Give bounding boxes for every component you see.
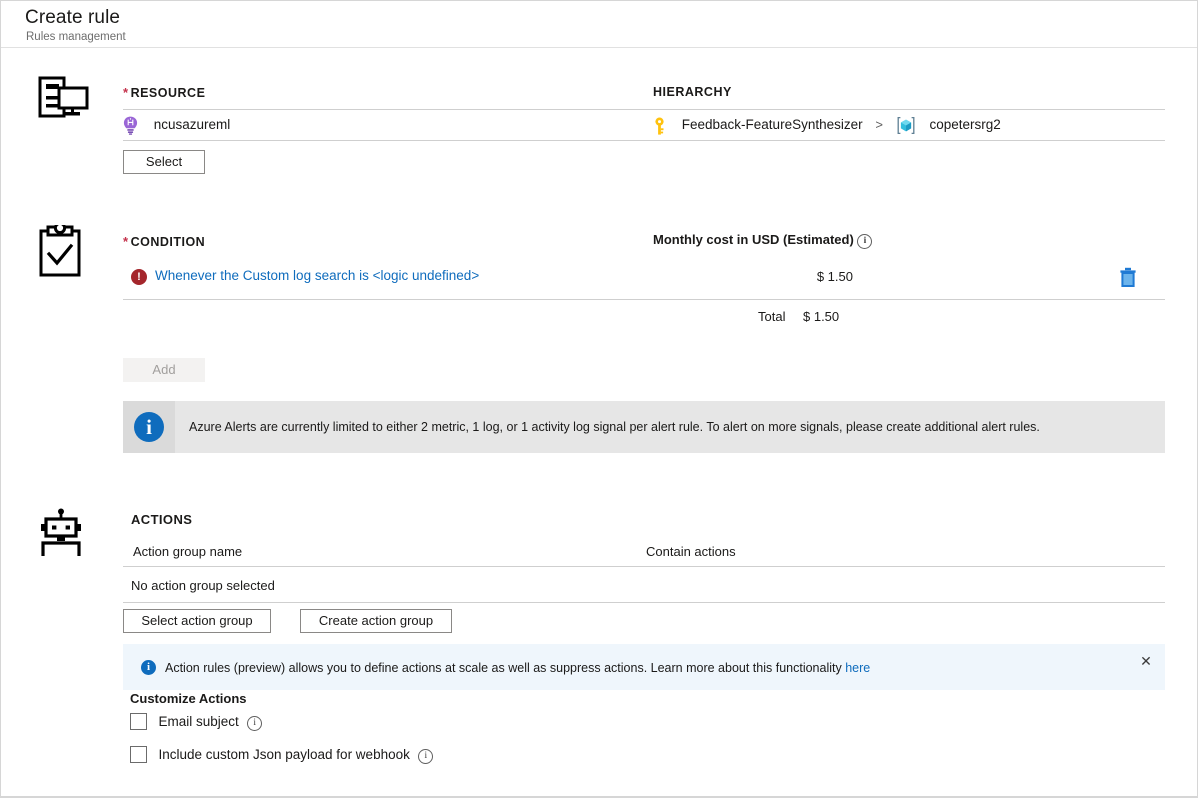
create-action-group-button[interactable]: Create action group — [300, 609, 452, 633]
cost-header: Monthly cost in USD (Estimated) i — [653, 232, 872, 249]
error-exclamation-icon: ! — [131, 269, 147, 285]
server-monitor-icon — [37, 76, 93, 123]
action-rules-banner: i Action rules (preview) allows you to d… — [123, 644, 1165, 690]
customize-actions-section: Customize Actions Email subject i Includ… — [1, 688, 1197, 796]
alerts-limit-banner: i Azure Alerts are currently limited to … — [123, 401, 1165, 453]
action-rules-banner-message: Action rules (preview) allows you to def… — [165, 661, 845, 675]
condition-label: CONDITION — [131, 235, 206, 249]
email-subject-label: Email subject — [158, 714, 238, 729]
select-action-group-button[interactable]: Select action group — [123, 609, 271, 633]
column-header-contain-actions: Contain actions — [646, 544, 736, 559]
delete-trash-icon[interactable] — [1119, 267, 1137, 292]
create-rule-blade: Create rule Rules management — [0, 0, 1198, 798]
banner-icon-box: i — [123, 401, 175, 453]
close-icon[interactable]: ✕ — [1137, 652, 1155, 670]
info-circle-icon[interactable]: i — [418, 749, 433, 764]
json-payload-row: Include custom Json payload for webhook … — [130, 746, 433, 764]
actions-table-bottom-rule — [123, 602, 1165, 603]
robot-icon — [37, 508, 93, 561]
actions-table-header-rule — [123, 566, 1165, 567]
required-asterisk: * — [123, 85, 129, 100]
required-asterisk: * — [123, 234, 129, 249]
actions-label: ACTIONS — [131, 512, 192, 527]
condition-row-rule — [123, 299, 1165, 300]
total-label: Total — [758, 309, 785, 324]
hierarchy-label: HIERARCHY — [653, 85, 732, 99]
subscription-name: Feedback-FeatureSynthesizer — [682, 117, 863, 132]
json-payload-label: Include custom Json payload for webhook — [158, 747, 409, 762]
chevron-right-icon: > — [875, 117, 883, 132]
page-title: Create rule — [25, 7, 120, 29]
condition-label-group: *CONDITION — [123, 234, 205, 249]
email-subject-row: Email subject i — [130, 713, 262, 731]
resource-value-row: ncusazureml — [123, 116, 230, 135]
column-header-action-group-name: Action group name — [133, 544, 242, 559]
hierarchy-value-row: Feedback-FeatureSynthesizer > copetersrg… — [653, 116, 1001, 135]
clipboard-check-icon — [37, 225, 93, 282]
info-circle-icon[interactable]: i — [247, 716, 262, 731]
condition-section: *CONDITION Monthly cost in USD (Estimate… — [1, 208, 1197, 458]
actions-section: ACTIONS Action group name Contain action… — [1, 456, 1197, 696]
condition-signal-text: Whenever the Custom log search is — [155, 268, 373, 283]
resource-label: RESOURCE — [131, 86, 206, 100]
blade-content: *RESOURCE HIERARCHY — [1, 48, 1197, 796]
json-payload-checkbox[interactable] — [130, 746, 147, 763]
email-subject-checkbox[interactable] — [130, 713, 147, 730]
customize-actions-title: Customize Actions — [130, 691, 247, 706]
resource-label-group: *RESOURCE — [123, 85, 205, 100]
learn-more-link[interactable]: here — [845, 661, 870, 675]
resource-group-name: copetersrg2 — [930, 117, 1001, 132]
condition-logic-text: <logic undefined> — [373, 268, 480, 283]
resource-name: ncusazureml — [154, 117, 231, 132]
condition-signal-link[interactable]: Whenever the Custom log search is <logic… — [155, 268, 479, 283]
condition-row: ! Whenever the Custom log search is <log… — [123, 269, 1165, 303]
add-condition-button[interactable]: Add — [123, 358, 205, 382]
condition-row-cost: $ 1.50 — [723, 269, 853, 284]
actions-empty-row: No action group selected — [131, 578, 275, 593]
select-resource-button[interactable]: Select — [123, 150, 205, 174]
azure-ml-bulb-icon — [123, 116, 138, 135]
key-icon — [653, 117, 666, 135]
action-rules-banner-text: Action rules (preview) allows you to def… — [165, 661, 870, 675]
cost-header-label: Monthly cost in USD (Estimated) — [653, 232, 854, 247]
alerts-limit-banner-text: Azure Alerts are currently limited to ei… — [189, 420, 1040, 434]
info-circle-filled-icon: i — [134, 412, 164, 442]
info-circle-filled-icon: i — [141, 660, 156, 675]
resource-group-cube-icon — [896, 116, 916, 135]
resource-row-bottom-rule — [123, 140, 1165, 141]
total-cost: $ 1.50 — [803, 309, 839, 324]
info-circle-icon[interactable]: i — [857, 234, 872, 249]
resource-row-top-rule — [123, 109, 1165, 110]
resource-section: *RESOURCE HIERARCHY — [1, 48, 1197, 188]
page-subtitle: Rules management — [26, 31, 126, 43]
blade-header: Create rule Rules management — [1, 1, 1197, 48]
